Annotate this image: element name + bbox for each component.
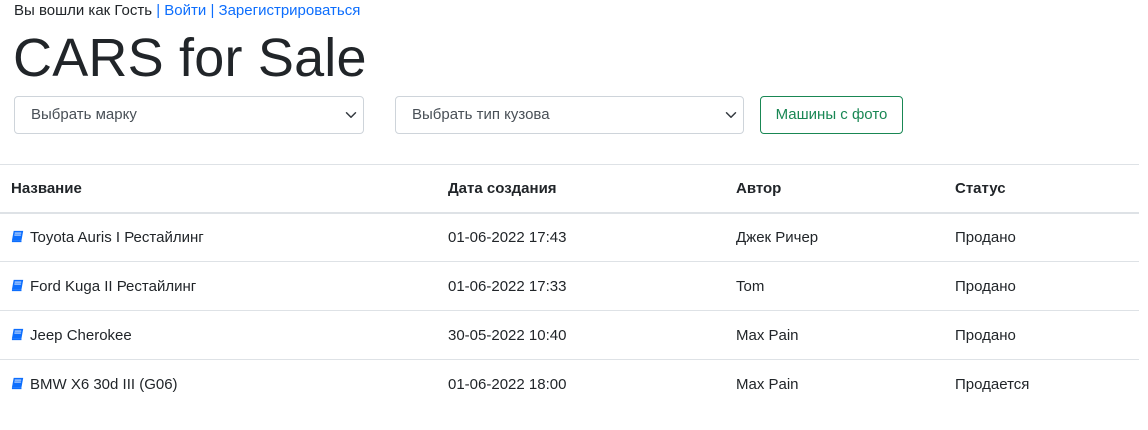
car-name[interactable]: BMW X6 30d III (G06)	[30, 376, 178, 393]
book-icon	[11, 328, 25, 341]
car-name[interactable]: Toyota Auris I Рестайлинг	[30, 229, 204, 246]
table-row[interactable]: Toyota Auris I Рестайлинг 01-06-2022 17:4…	[0, 213, 1139, 262]
brand-select-value: Выбрать марку	[31, 106, 137, 123]
table-row[interactable]: Jeep Cherokee 30-05-2022 10:40 Max Pain Про…	[0, 311, 1139, 360]
separator: |	[156, 2, 161, 19]
brand-select[interactable]: Выбрать марку	[14, 96, 364, 134]
cell-created: 01-06-2022 17:33	[448, 277, 567, 295]
book-icon	[11, 230, 25, 243]
cell-created: 30-05-2022 10:40	[448, 326, 567, 344]
car-name[interactable]: Jeep Cherokee	[30, 327, 132, 344]
body-type-select[interactable]: Выбрать тип кузова	[395, 96, 744, 134]
cell-created: 01-06-2022 18:00	[448, 375, 567, 393]
cell-author: Max Pain	[736, 326, 799, 344]
cell-author: Max Pain	[736, 375, 799, 393]
cell-name[interactable]: Ford Kuga II Рестайлинг	[0, 262, 437, 311]
column-header-author[interactable]: Автор	[725, 165, 944, 213]
column-header-created[interactable]: Дата создания	[437, 165, 725, 213]
book-icon	[11, 377, 25, 390]
cars-table: Название Дата создания Автор Статус Toyo…	[0, 164, 1139, 409]
cell-status: Продается	[955, 375, 1030, 393]
register-link[interactable]: Зарегистрироваться	[219, 2, 361, 19]
table-row[interactable]: BMW X6 30d III (G06) 01-06-2022 18:00 Max …	[0, 360, 1139, 409]
column-header-name[interactable]: Название	[0, 165, 437, 213]
cell-status: Продано	[955, 228, 1016, 246]
separator: |	[210, 2, 215, 19]
book-icon	[11, 279, 25, 292]
page-title: CARS for Sale	[13, 28, 367, 88]
column-header-status[interactable]: Статус	[944, 165, 1139, 213]
cars-with-photo-button[interactable]: Машины с фото	[760, 96, 903, 134]
cell-author: Джек Ричер	[736, 228, 819, 246]
chevron-down-icon	[725, 112, 737, 118]
chevron-down-icon	[345, 112, 357, 118]
cell-name[interactable]: BMW X6 30d III (G06)	[0, 360, 437, 409]
cell-name[interactable]: Jeep Cherokee	[0, 311, 437, 360]
login-status-text: Вы вошли как Гость	[14, 2, 153, 19]
login-link[interactable]: Войти	[164, 2, 206, 19]
table-header-row: Название Дата создания Автор Статус	[0, 164, 1139, 213]
body-type-select-value: Выбрать тип кузова	[412, 106, 550, 123]
cell-author: Tom	[736, 277, 765, 295]
cell-status: Продано	[955, 277, 1016, 295]
cell-status: Продано	[955, 326, 1016, 344]
table-row[interactable]: Ford Kuga II Рестайлинг 01-06-2022 17:33 T…	[0, 262, 1139, 311]
car-name[interactable]: Ford Kuga II Рестайлинг	[30, 278, 196, 295]
cell-name[interactable]: Toyota Auris I Рестайлинг	[0, 213, 437, 262]
auth-bar: Вы вошли как Гость | Войти | Зарегистрир…	[14, 2, 360, 20]
cell-created: 01-06-2022 17:43	[448, 228, 567, 246]
